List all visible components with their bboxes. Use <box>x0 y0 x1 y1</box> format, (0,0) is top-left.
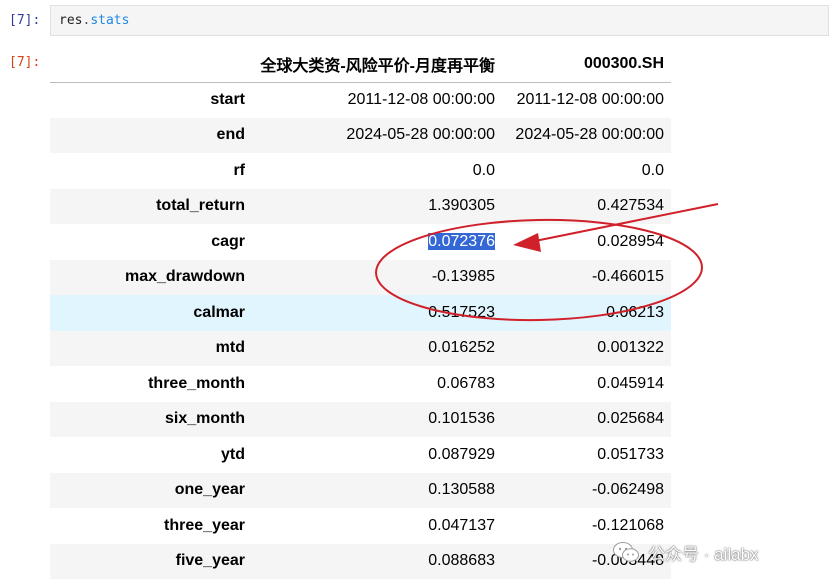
strategy-value-cell[interactable]: 0.072376 <box>252 224 502 260</box>
benchmark-value-cell[interactable]: 2024-05-28 00:00:00 <box>502 118 671 154</box>
index-header <box>50 46 252 83</box>
selected-text[interactable]: 0.072376 <box>428 232 495 250</box>
benchmark-value-cell[interactable]: 2011-12-08 00:00:00 <box>502 82 671 118</box>
benchmark-value-cell[interactable]: 0.028954 <box>502 224 671 260</box>
strategy-value-cell[interactable]: 0.087929 <box>252 437 502 473</box>
strategy-value-cell[interactable]: 0.088683 <box>252 544 502 580</box>
benchmark-value-cell[interactable]: 0.06213 <box>502 295 671 331</box>
row-label: cagr <box>211 232 245 250</box>
row-label: three_month <box>148 374 245 392</box>
strategy-value-cell[interactable]: 2011-12-08 00:00:00 <box>252 82 502 118</box>
table-row: mtd 0.016252 0.001322 <box>50 330 671 367</box>
strategy-value-cell[interactable]: 1.390305 <box>252 189 502 225</box>
table-row: max_drawdown -0.13985 -0.466015 <box>50 259 671 296</box>
benchmark-value-cell[interactable]: 0.427534 <box>502 189 671 225</box>
strategy-value-cell[interactable]: -0.13985 <box>252 260 502 296</box>
benchmark-value-cell[interactable]: 0.0 <box>502 153 671 189</box>
strategy-value-cell[interactable]: 0.517523 <box>252 295 502 331</box>
wechat-icon <box>613 542 639 562</box>
row-label: max_drawdown <box>124 268 245 286</box>
row-label: five_year <box>175 552 245 570</box>
table-row: cagr 0.072376 0.028954 <box>50 224 671 260</box>
strategy-value-cell[interactable]: 0.047137 <box>252 508 502 544</box>
row-label: end <box>216 126 245 144</box>
benchmark-value-cell[interactable]: -0.121068 <box>502 508 671 544</box>
strategy-value-cell[interactable]: 0.0 <box>252 153 502 189</box>
benchmark-value-cell[interactable]: 0.045914 <box>502 366 671 402</box>
table-row: ytd 0.087929 0.051733 <box>50 437 671 473</box>
table-row: calmar 0.517523 0.06213 <box>50 295 671 331</box>
strategy-value-cell[interactable]: 0.130588 <box>252 473 502 509</box>
strategy-value-cell[interactable]: 0.101536 <box>252 402 502 438</box>
output-prompt: [7]: <box>9 55 41 70</box>
watermark: 公众号 · ailabx <box>612 540 759 564</box>
header-row: 全球大类资-风险平价-月度再平衡 000300.SH <box>50 46 671 83</box>
row-label: three_year <box>164 516 245 534</box>
benchmark-value-cell[interactable]: -0.466015 <box>502 260 671 296</box>
code-object: res <box>59 13 83 28</box>
table-row: six_month 0.101536 0.025684 <box>50 401 671 438</box>
row-label: six_month <box>164 410 245 428</box>
table-row: three_month 0.06783 0.045914 <box>50 366 671 402</box>
row-label: mtd <box>215 339 245 357</box>
table-row: start 2011-12-08 00:00:00 2011-12-08 00:00… <box>50 82 671 118</box>
strategy-value-cell[interactable]: 0.016252 <box>252 331 502 367</box>
row-label: total_return <box>156 197 245 215</box>
row-label: rf <box>233 161 245 179</box>
watermark-text: 公众号 · ailabx <box>648 544 759 564</box>
column-header-strategy: 全球大类资-风险平价-月度再平衡 <box>252 46 502 83</box>
row-label: start <box>210 91 245 108</box>
stats-dataframe: 全球大类资-风险平价-月度再平衡 000300.SH start 2011-12-… <box>50 46 671 579</box>
table-row: total_return 1.390305 0.427534 <box>50 188 671 225</box>
column-header-benchmark: 000300.SH <box>502 46 671 83</box>
strategy-value-cell[interactable]: 2024-05-28 00:00:00 <box>252 118 502 154</box>
benchmark-value-cell[interactable]: 0.025684 <box>502 402 671 438</box>
row-label: ytd <box>221 445 245 463</box>
input-prompt: [7]: <box>9 13 41 28</box>
code-attribute: stats <box>90 13 130 28</box>
strategy-value-cell[interactable]: 0.06783 <box>252 366 502 402</box>
table-row: end 2024-05-28 00:00:00 2024-05-28 00:00:0… <box>50 117 671 154</box>
row-label: calmar <box>193 303 245 321</box>
table-row: five_year0.088683-0.003448 <box>50 543 671 580</box>
benchmark-value-cell[interactable]: 0.051733 <box>502 437 671 473</box>
table-row: three_year 0.047137 -0.121068 <box>50 508 671 544</box>
row-label: one_year <box>174 481 245 499</box>
code-line: res.stats <box>59 13 129 29</box>
code-input-cell[interactable]: res.stats <box>50 5 829 36</box>
table-row: rf 0.0 0.0 <box>50 153 671 189</box>
benchmark-value-cell[interactable]: -0.062498 <box>502 473 671 509</box>
table-row: one_year 0.130588 -0.062498 <box>50 472 671 509</box>
benchmark-value-cell[interactable]: 0.001322 <box>502 331 671 367</box>
